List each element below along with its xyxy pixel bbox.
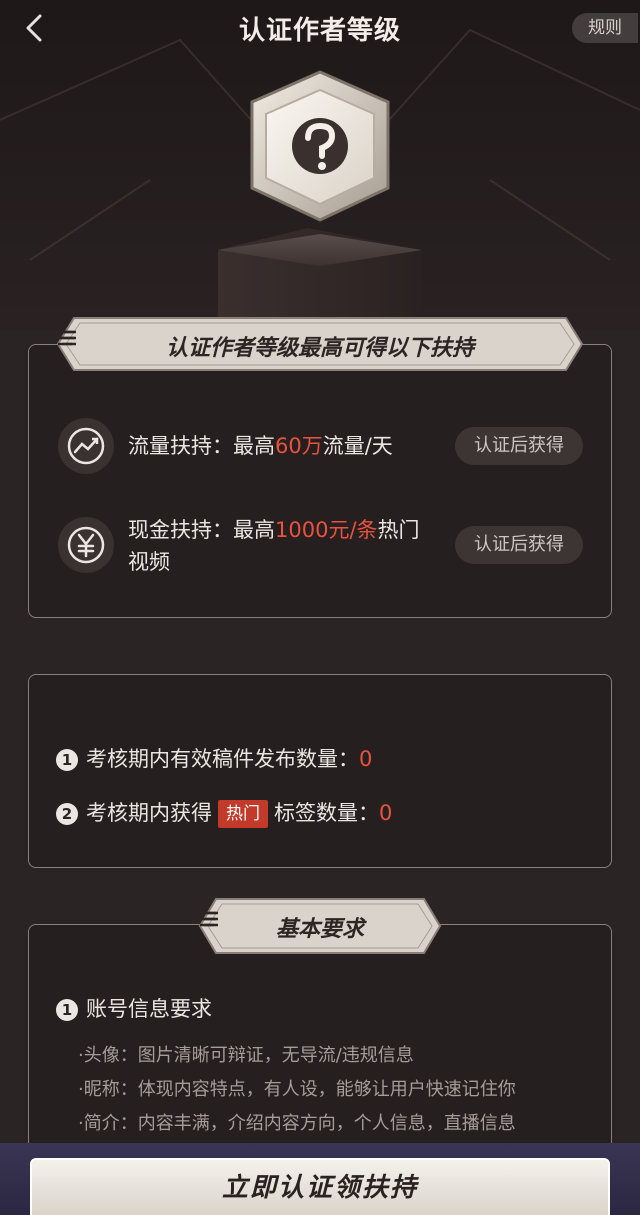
traffic-status-pill[interactable]: 认证后获得 (455, 427, 583, 465)
criteria-item-1: 1 考核期内有效稿件发布数量：0 (56, 742, 372, 776)
traffic-support-text: 流量扶持：最高60万流量/天 (128, 434, 393, 458)
traffic-icon (58, 418, 114, 474)
yuan-icon (58, 517, 114, 573)
question-mark-badge-icon (218, 70, 422, 318)
support-section-banner: 认证作者等级最高可得以下扶持 (56, 316, 584, 372)
number-2-icon: 2 (56, 803, 78, 825)
nickname-requirement: ·昵称：体现内容特点，有人设，能够让用户快速记住你 (78, 1079, 516, 1100)
cash-support-text: 现金扶持：最高1000元/条热门视频 (128, 518, 420, 574)
avatar-requirement: ·头像：图片清晰可辩证，无导流/违规信息 (78, 1045, 414, 1066)
number-1-icon: 1 (56, 749, 78, 771)
stripes-right-icon (200, 911, 218, 927)
criteria-item-2: 2 考核期内获得 热门 标签数量：0 (56, 796, 392, 830)
rules-button[interactable]: 规则 (572, 13, 638, 43)
bio-requirement: ·简介：内容丰满，介绍内容方向，个人信息，直播信息 (78, 1113, 516, 1134)
number-1-icon: 1 (56, 999, 78, 1021)
requirements-section-title: 基本要求 (275, 917, 364, 942)
account-info-requirement-title: 1 账号信息要求 (56, 992, 212, 1026)
stripes-right-icon (58, 330, 76, 346)
apply-certification-button[interactable]: 立即认证领扶持 (30, 1158, 610, 1215)
requirements-section-banner: 基本要求 (198, 897, 442, 955)
support-section-title: 认证作者等级最高可得以下扶持 (165, 336, 474, 361)
hot-tag: 热门 (218, 800, 268, 828)
header: 认证作者等级 规则 (0, 0, 640, 60)
cash-status-pill[interactable]: 认证后获得 (455, 526, 583, 564)
page-title: 认证作者等级 (238, 16, 401, 46)
